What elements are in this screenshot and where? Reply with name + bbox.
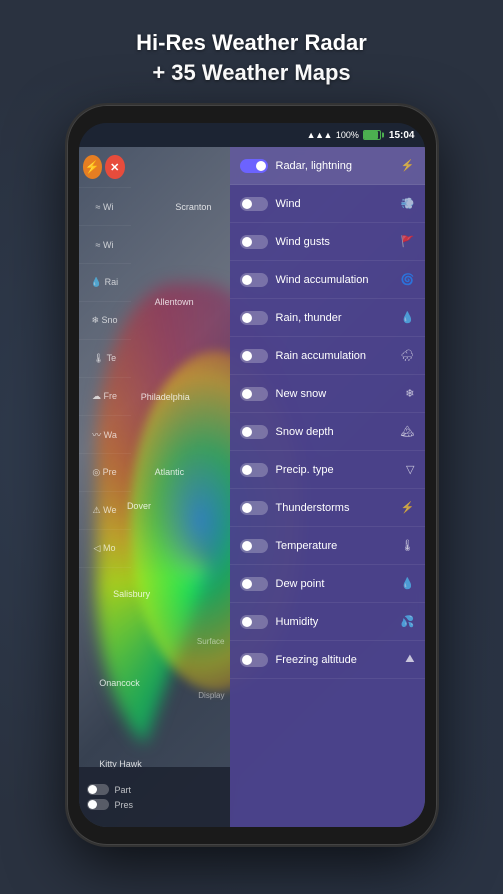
dew-point-toggle[interactable] — [240, 577, 268, 591]
sidebar-item-precip-type[interactable]: Precip. type ▽ — [230, 451, 425, 489]
left-item-freeze: ☁ Fre — [79, 378, 131, 416]
phone-mockup: ▲▲▲ 100% 15:04 Scranton Allentown Philad… — [67, 105, 437, 845]
sidebar-item-temperature[interactable]: Temperature 🌡 — [230, 527, 425, 565]
rain-accum-toggle[interactable] — [240, 349, 268, 363]
map-label-philadelphia: Philadelphia — [141, 392, 190, 402]
wind-gusts-label: Wind gusts — [276, 236, 393, 248]
left-item-wind1: ≈ Wi — [79, 188, 131, 226]
wind-accum-label: Wind accumulation — [276, 274, 393, 286]
left-item-snow: ❄ Sno — [79, 302, 131, 340]
header-section: Hi-Res Weather Radar + 35 Weather Maps — [136, 28, 367, 87]
sidebar-item-freezing-altitude[interactable]: Freezing altitude ⛰ — [230, 641, 425, 679]
thunderstorms-icon: ⚡ — [401, 501, 415, 514]
dew-point-label: Dew point — [276, 578, 393, 590]
rain-accum-label: Rain accumulation — [276, 350, 393, 362]
wind-accum-icon: 🌀 — [401, 273, 415, 286]
battery-icon — [363, 130, 381, 140]
wind-toggle[interactable] — [240, 197, 268, 211]
precip-type-icon: ▽ — [406, 463, 414, 476]
radar-label: Radar, lightning — [276, 160, 393, 172]
status-bar: ▲▲▲ 100% 15:04 — [79, 123, 425, 147]
freezing-altitude-label: Freezing altitude — [276, 654, 398, 666]
sidebar-item-wind-gusts[interactable]: Wind gusts 🚩 — [230, 223, 425, 261]
precip-type-toggle[interactable] — [240, 463, 268, 477]
lightning-button[interactable]: ⚡ — [83, 155, 103, 179]
snow-depth-label: Snow depth — [276, 426, 393, 438]
rain-thunder-icon: 💧 — [401, 311, 415, 324]
thunderstorms-label: Thunderstorms — [276, 502, 393, 514]
map-label-dover: Dover — [127, 501, 151, 511]
new-snow-label: New snow — [276, 388, 398, 400]
battery-percent: 100% — [336, 130, 359, 140]
sidebar-item-snow-depth[interactable]: Snow depth 🏔 — [230, 413, 425, 451]
clock: 15:04 — [389, 130, 415, 141]
left-item-wind2: ≈ Wi — [79, 226, 131, 264]
freezing-altitude-icon: ⛰ — [405, 653, 414, 666]
pres-label: Pres — [115, 800, 134, 810]
map-label-display: Display — [198, 691, 224, 700]
left-item-rain: 💧 Rai — [79, 264, 131, 302]
humidity-toggle[interactable] — [240, 615, 268, 629]
left-item-temp: 🌡 Te — [79, 340, 131, 378]
rain-thunder-label: Rain, thunder — [276, 312, 393, 324]
left-item-more: ◁ Mo — [79, 530, 131, 568]
page-title: Hi-Res Weather Radar + 35 Weather Maps — [136, 28, 367, 87]
map-label-surface: Surface — [197, 637, 225, 646]
radar-toggle[interactable] — [240, 159, 268, 173]
new-snow-toggle[interactable] — [240, 387, 268, 401]
left-col-top: ⚡ ✕ — [79, 147, 131, 188]
rain-accum-icon: 🌧 — [401, 349, 415, 362]
wind-gusts-toggle[interactable] — [240, 235, 268, 249]
new-snow-icon: ❄ — [405, 387, 414, 400]
left-item-precip: ◎ Pre — [79, 454, 131, 492]
sidebar-item-wind-accum[interactable]: Wind accumulation 🌀 — [230, 261, 425, 299]
part-toggle[interactable] — [87, 784, 109, 795]
left-item-wave: 〰 Wa — [79, 416, 131, 454]
dew-point-icon: 💧 — [401, 577, 415, 590]
thunderstorms-toggle[interactable] — [240, 501, 268, 515]
humidity-icon: 💦 — [401, 615, 415, 628]
snow-depth-toggle[interactable] — [240, 425, 268, 439]
sidebar-item-radar[interactable]: Radar, lightning ⚡ — [230, 147, 425, 185]
temperature-label: Temperature — [276, 540, 393, 552]
close-button[interactable]: ✕ — [105, 155, 125, 179]
screen-content: Scranton Allentown Philadelphia Atlantic… — [79, 147, 425, 827]
bottom-controls: Part Pres — [79, 767, 230, 827]
left-icon-col: ⚡ ✕ ≈ Wi ≈ Wi 💧 Rai ❄ Sno 🌡 Te ☁ Fre 〰 W… — [79, 147, 131, 767]
temperature-icon: 🌡 — [401, 539, 415, 552]
wind-icon: 💨 — [401, 197, 415, 210]
snow-depth-icon: 🏔 — [401, 425, 415, 438]
freezing-altitude-toggle[interactable] — [240, 653, 268, 667]
wind-label: Wind — [276, 198, 393, 210]
phone-screen: ▲▲▲ 100% 15:04 Scranton Allentown Philad… — [79, 123, 425, 827]
part-label: Part — [115, 785, 132, 795]
bottom-row-pres: Pres — [87, 797, 222, 812]
sidebar-item-new-snow[interactable]: New snow ❄ — [230, 375, 425, 413]
pres-toggle[interactable] — [87, 799, 109, 810]
temperature-toggle[interactable] — [240, 539, 268, 553]
map-label-allentown: Allentown — [155, 297, 194, 307]
sidebar-item-wind[interactable]: Wind 💨 — [230, 185, 425, 223]
bottom-row-part: Part — [87, 782, 222, 797]
sidebar-panel: Radar, lightning ⚡ Wind 💨 Wind gusts 🚩 — [230, 147, 425, 827]
signal-icon: ▲▲▲ — [307, 130, 332, 140]
sidebar-item-thunderstorms[interactable]: Thunderstorms ⚡ — [230, 489, 425, 527]
radar-icon: ⚡ — [401, 159, 415, 172]
left-item-weather: ⚠ We — [79, 492, 131, 530]
sidebar-item-dew-point[interactable]: Dew point 💧 — [230, 565, 425, 603]
map-label-atlantic: Atlantic — [155, 467, 185, 477]
wind-accum-toggle[interactable] — [240, 273, 268, 287]
sidebar-item-humidity[interactable]: Humidity 💦 — [230, 603, 425, 641]
rain-thunder-toggle[interactable] — [240, 311, 268, 325]
humidity-label: Humidity — [276, 616, 393, 628]
wind-gusts-icon: 🚩 — [401, 235, 415, 248]
map-label-scranton: Scranton — [175, 202, 211, 212]
precip-type-label: Precip. type — [276, 464, 399, 476]
sidebar-item-rain-accum[interactable]: Rain accumulation 🌧 — [230, 337, 425, 375]
sidebar-item-rain-thunder[interactable]: Rain, thunder 💧 — [230, 299, 425, 337]
